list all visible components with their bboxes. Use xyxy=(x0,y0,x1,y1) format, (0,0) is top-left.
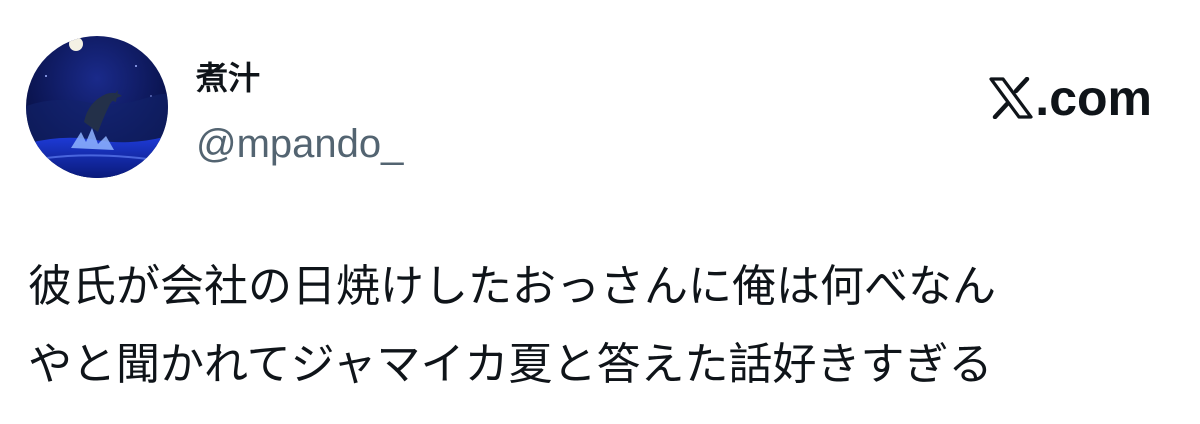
x-com-brand: .com xyxy=(989,70,1152,126)
tweet-text: 彼氏が会社の日焼けしたおっさんに俺は何べなん やと聞かれてジャマイカ夏と答えた話… xyxy=(28,248,996,404)
x-logo-icon xyxy=(989,77,1033,119)
tweet-line: やと聞かれてジャマイカ夏と答えた話好きすぎる xyxy=(28,339,993,390)
tweet-card: 煮汁 @mpando_ .com 彼氏が会社の日焼けしたおっさんに俺は何べなん … xyxy=(0,0,1200,424)
tweet-line: 彼氏が会社の日焼けしたおっさんに俺は何べなん xyxy=(28,261,996,312)
brand-domain-suffix: .com xyxy=(1035,70,1152,126)
author-handle[interactable]: @mpando_ xyxy=(196,120,403,168)
author-display-name[interactable]: 煮汁 xyxy=(196,58,260,98)
night-ocean-dolphin-icon xyxy=(26,36,168,178)
avatar[interactable] xyxy=(26,36,168,178)
